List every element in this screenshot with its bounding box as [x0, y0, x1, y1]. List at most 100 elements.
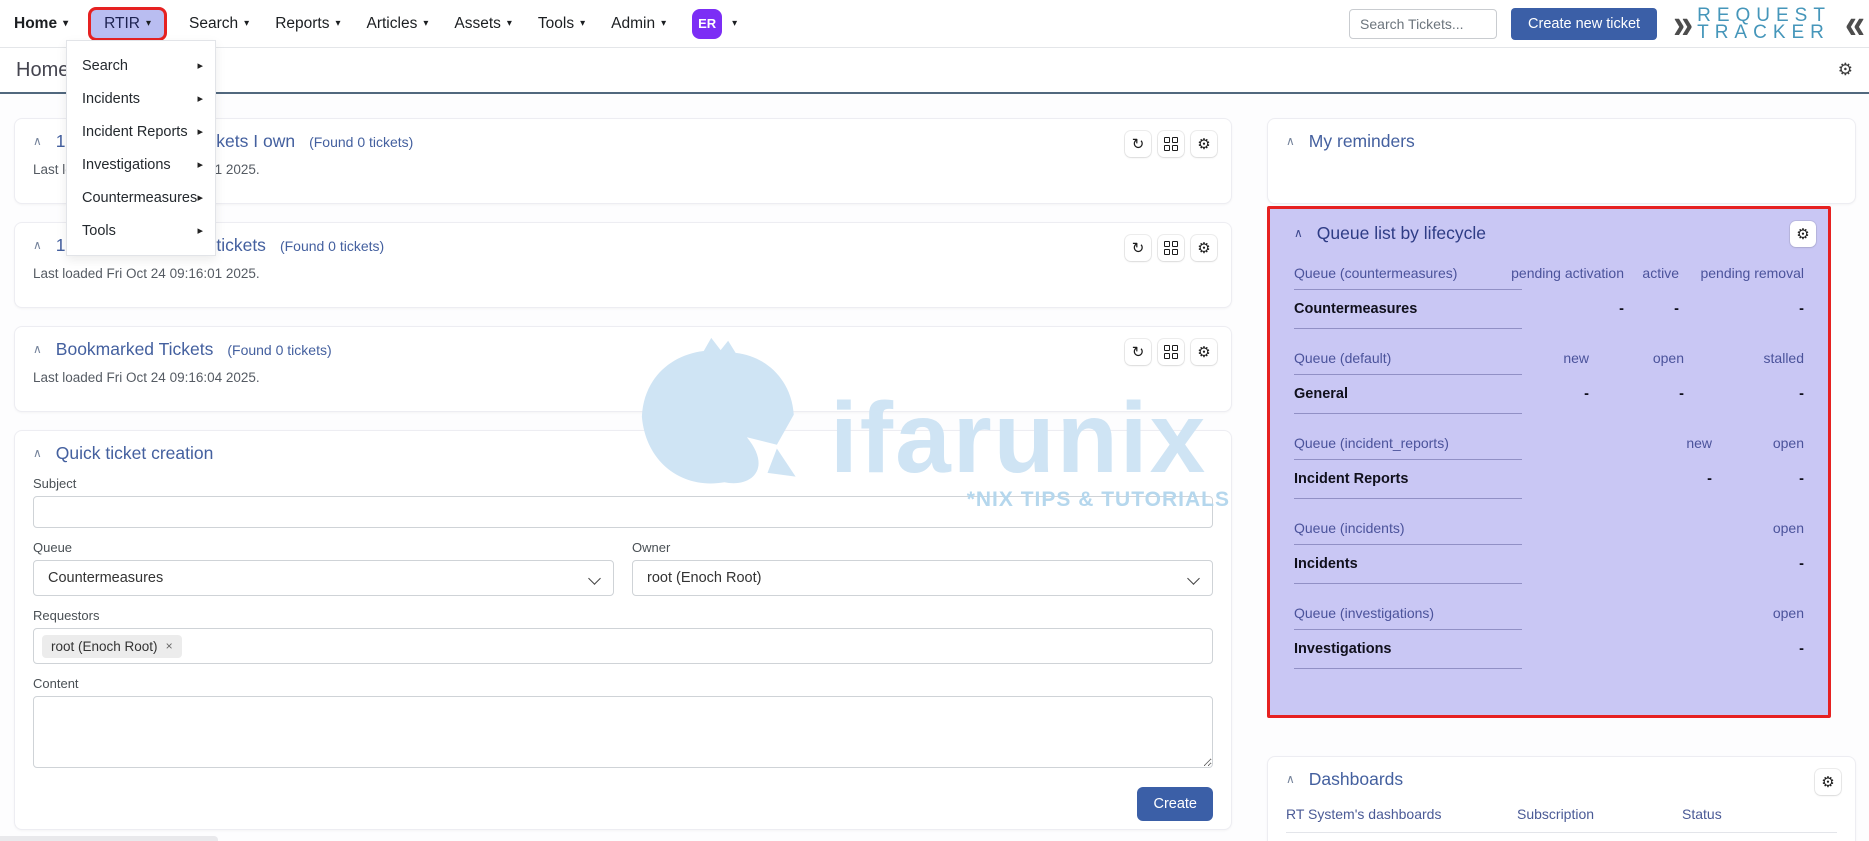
column-header[interactable]: new: [1504, 350, 1589, 366]
panel-title[interactable]: Bookmarked Tickets: [56, 339, 214, 360]
queue-label[interactable]: Queue (investigations): [1294, 605, 1712, 621]
queue-name[interactable]: Countermeasures: [1294, 301, 1474, 317]
page-header-divider: [0, 92, 1869, 94]
panel-settings-gear-icon[interactable]: ⚙: [1191, 131, 1217, 157]
gear-glyph: ⚙: [1197, 343, 1210, 361]
submenu-arrow-icon: ▸: [197, 92, 203, 105]
form-actions: Create: [33, 787, 1213, 821]
panel-title[interactable]: My reminders: [1309, 131, 1415, 152]
user-menu-caret-icon[interactable]: ▾: [732, 19, 737, 29]
column-header[interactable]: open: [1589, 350, 1684, 366]
nav-item-assets[interactable]: Assets ▾: [454, 15, 512, 33]
queue-table-row: Investigations -: [1294, 630, 1804, 669]
rtir-dropdown-menu: Search ▸ Incidents ▸ Incident Reports ▸ …: [66, 40, 216, 256]
queue-name[interactable]: General: [1294, 386, 1504, 402]
rtir-menu-item-incident-reports[interactable]: Incident Reports ▸: [67, 115, 215, 148]
caret-down-icon: ▾: [507, 19, 512, 29]
last-loaded-text: Last loaded Fri Oct 24 09:16:01 2025.: [33, 266, 1213, 281]
gear-glyph: ⚙: [1796, 225, 1809, 243]
column-header[interactable]: active: [1624, 265, 1679, 281]
nav-item-home[interactable]: Home ▾: [14, 15, 68, 33]
subject-input[interactable]: [33, 496, 1213, 528]
queue-label[interactable]: Queue (default): [1294, 350, 1504, 366]
queue-select[interactable]: Countermeasures: [33, 560, 614, 596]
user-avatar[interactable]: ER: [692, 9, 722, 39]
queue-count: -: [1679, 301, 1804, 317]
layout-grid-icon[interactable]: [1158, 131, 1184, 157]
panel-title[interactable]: Dashboards: [1309, 769, 1403, 790]
nav-item-tools[interactable]: Tools ▾: [538, 15, 585, 33]
nav-articles-label: Articles: [367, 15, 418, 33]
collapse-chevron-icon[interactable]: ∧: [1286, 134, 1295, 148]
queue-table-countermeasures: Queue (countermeasures) pending activati…: [1294, 258, 1804, 329]
rtir-menu-item-countermeasures[interactable]: Countermeasures ▸: [67, 181, 215, 214]
collapse-chevron-icon[interactable]: ∧: [33, 446, 42, 460]
queue-name[interactable]: Incident Reports: [1294, 471, 1592, 487]
queue-owner-row: Queue Countermeasures Owner root (Enoch …: [33, 528, 1213, 596]
queue-name[interactable]: Investigations: [1294, 641, 1712, 657]
queue-label[interactable]: Queue (incident_reports): [1294, 435, 1592, 451]
column-header[interactable]: open: [1712, 435, 1804, 451]
rtir-menu-item-incidents[interactable]: Incidents ▸: [67, 82, 215, 115]
column-header[interactable]: pending removal: [1679, 265, 1804, 281]
content-textarea[interactable]: [33, 696, 1213, 768]
create-new-ticket-button[interactable]: Create new ticket: [1511, 8, 1657, 40]
found-count: (Found 0 tickets): [227, 342, 331, 358]
nav-item-articles[interactable]: Articles ▾: [367, 15, 429, 33]
owner-select[interactable]: root (Enoch Root): [632, 560, 1213, 596]
dashboards-name-column[interactable]: RT System's dashboards: [1286, 806, 1517, 822]
queue-count: -: [1504, 386, 1589, 402]
owner-selected-value: root (Enoch Root): [647, 570, 761, 586]
nav-item-reports[interactable]: Reports ▾: [275, 15, 340, 33]
column-header[interactable]: new: [1592, 435, 1712, 451]
queue-label[interactable]: Queue (countermeasures): [1294, 265, 1474, 281]
refresh-icon[interactable]: ↻: [1125, 235, 1151, 261]
panel-settings-gear-icon[interactable]: ⚙: [1191, 339, 1217, 365]
refresh-glyph: ↻: [1132, 135, 1145, 153]
page-settings-gear-icon[interactable]: ⚙: [1838, 60, 1853, 80]
caret-down-icon: ▾: [335, 19, 340, 29]
layout-grid-icon[interactable]: [1158, 339, 1184, 365]
collapse-chevron-icon[interactable]: ∧: [33, 134, 42, 148]
collapse-chevron-icon[interactable]: ∧: [33, 342, 42, 356]
column-header[interactable]: open: [1712, 605, 1804, 621]
page-header: Home ⚙: [0, 48, 1869, 92]
requestors-input[interactable]: root (Enoch Root) ×: [33, 628, 1213, 664]
rtir-menu-item-tools[interactable]: Tools ▸: [67, 214, 215, 247]
panel-settings-gear-icon[interactable]: ⚙: [1815, 769, 1841, 795]
dashboards-subscription-column: Subscription: [1517, 806, 1682, 822]
collapse-chevron-icon[interactable]: ∧: [33, 238, 42, 252]
layout-grid-icon[interactable]: [1158, 235, 1184, 261]
queue-label[interactable]: Queue (incidents): [1294, 520, 1712, 536]
panel-settings-gear-icon[interactable]: ⚙: [1790, 221, 1816, 247]
panel-queue-list-by-lifecycle: ∧ Queue list by lifecycle ⚙ Queue (count…: [1267, 206, 1831, 718]
remove-requestor-icon[interactable]: ×: [166, 639, 173, 653]
queue-table-incidents: Queue (incidents) open Incidents -: [1294, 513, 1804, 584]
queue-table-header: Queue (incidents) open: [1294, 513, 1804, 545]
subject-label: Subject: [33, 476, 1213, 491]
refresh-icon[interactable]: ↻: [1125, 339, 1151, 365]
refresh-icon[interactable]: ↻: [1125, 131, 1151, 157]
collapse-chevron-icon[interactable]: ∧: [1294, 226, 1303, 240]
column-header[interactable]: stalled: [1684, 350, 1804, 366]
gear-glyph: ⚙: [1821, 773, 1834, 791]
panel-settings-gear-icon[interactable]: ⚙: [1191, 235, 1217, 261]
nav-item-search[interactable]: Search ▾: [189, 15, 249, 33]
nav-item-rtir-active[interactable]: RTIR ▾: [88, 7, 167, 41]
rtir-menu-item-investigations[interactable]: Investigations ▸: [67, 148, 215, 181]
nav-item-admin[interactable]: Admin ▾: [611, 15, 666, 33]
search-tickets-input[interactable]: [1349, 9, 1497, 39]
column-header[interactable]: open: [1712, 520, 1804, 536]
rtir-menu-item-search[interactable]: Search ▸: [67, 49, 215, 82]
menu-item-label: Incidents: [82, 91, 140, 107]
create-button[interactable]: Create: [1137, 787, 1213, 821]
collapse-chevron-icon[interactable]: ∧: [1286, 772, 1295, 786]
menu-item-label: Tools: [82, 223, 116, 239]
queue-selected-value: Countermeasures: [48, 570, 163, 586]
queue-name[interactable]: Incidents: [1294, 556, 1712, 572]
submenu-arrow-icon: ▸: [197, 59, 203, 72]
column-header[interactable]: pending activation: [1474, 265, 1624, 281]
submenu-arrow-icon: ▸: [197, 125, 203, 138]
panel-title[interactable]: Queue list by lifecycle: [1317, 223, 1486, 244]
panel-title[interactable]: Quick ticket creation: [56, 443, 214, 464]
